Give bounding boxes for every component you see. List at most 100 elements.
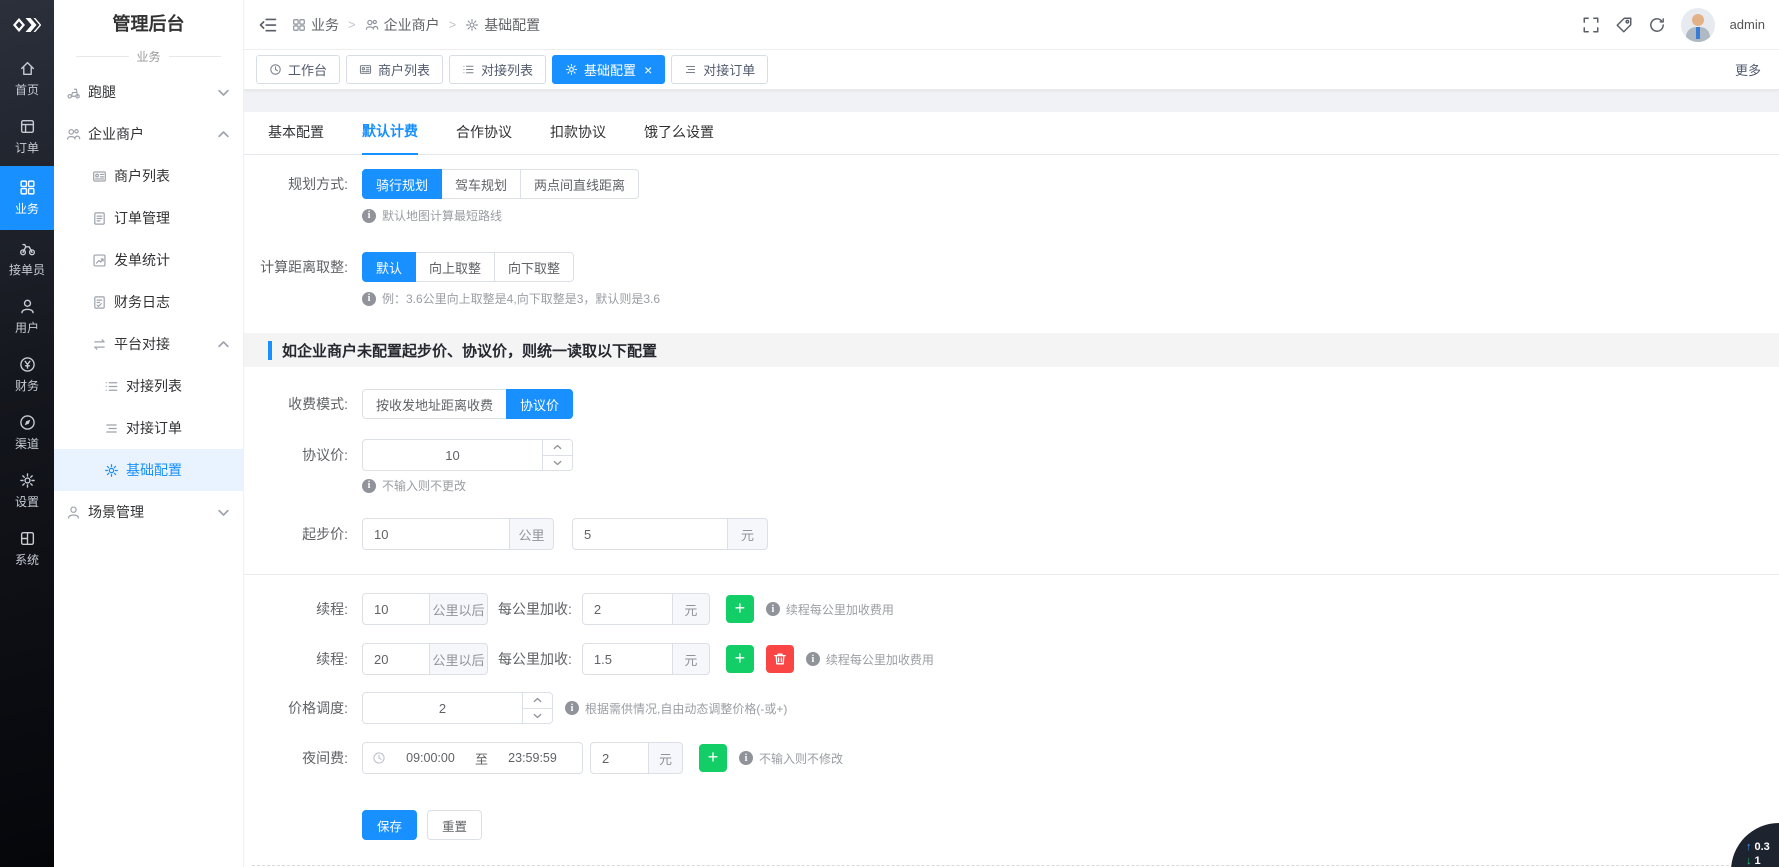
increase-button[interactable] — [543, 440, 572, 455]
breadcrumb-business[interactable]: 业务 — [292, 15, 339, 35]
sidebar-item-dispatch-stats[interactable]: 发单统计 — [54, 239, 243, 281]
tag-merchant-list[interactable]: 商户列表 — [346, 55, 443, 84]
rail-item-orders[interactable]: 订单 — [0, 108, 54, 166]
business-grid-icon — [292, 18, 306, 32]
breadcrumb-separator: > — [449, 17, 457, 32]
info-icon — [362, 479, 376, 493]
gear-icon — [465, 18, 479, 32]
tab-default-billing[interactable]: 默认计费 — [362, 121, 418, 155]
section-header: 如企业商户未配置起步价、协议价，则统一读取以下配置 — [244, 333, 1779, 367]
business-grid-icon — [19, 179, 36, 196]
tag-workbench[interactable]: 工作台 — [256, 55, 340, 84]
sidebar-item-docking-list[interactable]: 对接列表 — [54, 365, 243, 407]
content-card: 基本配置 默认计费 合作协议 扣款协议 饿了么设置 规划方式: 骑行规划 驾车规… — [244, 112, 1779, 867]
option-round-down[interactable]: 向下取整 — [494, 252, 574, 282]
rail-item-channel[interactable]: 渠道 — [0, 404, 54, 462]
rail-item-home[interactable]: 首页 — [0, 50, 54, 108]
yuan-unit-addon: 元 — [728, 518, 768, 550]
sidebar-item-enterprise-merchants[interactable]: 企业商户 — [54, 113, 243, 155]
tag-base-config[interactable]: 基础配置 — [552, 55, 665, 84]
charge-mode-group: 按收发地址距离收费 协议价 — [362, 389, 573, 419]
stats-chart-icon — [92, 253, 107, 268]
sidebar-item-scene-management[interactable]: 场景管理 — [54, 491, 243, 533]
agreement-price-hint: 不输入则不更改 — [362, 477, 1779, 494]
username[interactable]: admin — [1730, 17, 1765, 32]
decrease-button[interactable] — [523, 708, 552, 724]
fullscreen-icon[interactable] — [1582, 16, 1600, 34]
tab-cooperation-agreement[interactable]: 合作协议 — [456, 122, 512, 154]
rail-item-users[interactable]: 用户 — [0, 288, 54, 346]
option-agreement-price[interactable]: 协议价 — [506, 389, 573, 419]
surcharge-fee-input[interactable]: 1.5 — [582, 643, 673, 675]
night-fee-time-range[interactable]: 09:00:00 至 23:59:59 — [362, 742, 583, 774]
refresh-icon[interactable] — [1648, 16, 1666, 34]
divider — [244, 574, 1779, 575]
option-by-address-distance[interactable]: 按收发地址距离收费 — [362, 389, 507, 419]
settings-gear-icon — [19, 472, 36, 489]
trash-icon — [773, 652, 787, 666]
tag-docking-list[interactable]: 对接列表 — [449, 55, 546, 84]
surcharge-fee-group: 2 元 — [582, 593, 710, 625]
breadcrumb-enterprise-merchants[interactable]: 企业商户 — [365, 15, 440, 35]
option-driving-plan[interactable]: 驾车规划 — [441, 169, 521, 199]
sidebar-item-platform-docking[interactable]: 平台对接 — [54, 323, 243, 365]
option-round-up[interactable]: 向上取整 — [415, 252, 495, 282]
yuan-unit-addon: 元 — [673, 643, 710, 675]
theme-tag-icon[interactable] — [1615, 16, 1633, 34]
decrease-button[interactable] — [543, 455, 572, 471]
sidebar-item-finance-log[interactable]: 财务日志 — [54, 281, 243, 323]
delete-surcharge-button[interactable] — [766, 645, 794, 673]
caret-down-icon — [533, 713, 542, 719]
close-icon[interactable] — [644, 63, 652, 77]
rail-item-finance[interactable]: 财务 — [0, 346, 54, 404]
sidebar-item-docking-orders[interactable]: 对接订单 — [54, 407, 243, 449]
sidebar-item-base-config[interactable]: 基础配置 — [54, 449, 243, 491]
number-spinner — [542, 440, 572, 470]
rail-item-courier[interactable]: 接单员 — [0, 230, 54, 288]
end-time-value[interactable]: 23:59:59 — [492, 751, 573, 765]
tag-docking-orders[interactable]: 对接订单 — [671, 55, 768, 84]
base-distance-input[interactable]: 10 — [362, 518, 510, 550]
planning-mode-row: 规划方式: 骑行规划 驾车规划 两点间直线距离 — [244, 169, 1779, 199]
save-button[interactable]: 保存 — [362, 810, 417, 840]
surcharge-fee-input[interactable]: 2 — [582, 593, 673, 625]
info-icon — [565, 701, 579, 715]
lines-icon — [684, 63, 697, 76]
rail-item-settings[interactable]: 设置 — [0, 462, 54, 520]
option-default[interactable]: 默认 — [362, 252, 416, 282]
collapse-sidebar-icon[interactable] — [258, 15, 278, 35]
surcharge-distance-input[interactable]: 10 — [362, 593, 430, 625]
gear-icon — [565, 63, 578, 76]
rounding-group: 默认 向上取整 向下取整 — [362, 252, 574, 282]
tab-deduction-agreement[interactable]: 扣款协议 — [550, 122, 606, 154]
chevron-up-icon — [216, 337, 231, 352]
caret-down-icon — [553, 460, 562, 466]
app-logo[interactable] — [0, 0, 54, 50]
rail-item-system[interactable]: 系统 — [0, 520, 54, 578]
add-surcharge-button[interactable] — [726, 645, 754, 673]
merchants-people-icon — [365, 18, 379, 32]
more-button[interactable]: 更多 — [1735, 60, 1767, 79]
sidebar-item-merchant-list[interactable]: 商户列表 — [54, 155, 243, 197]
price-adjust-input[interactable]: 2 — [362, 692, 553, 724]
channel-compass-icon — [19, 414, 36, 431]
add-night-fee-button[interactable] — [699, 744, 727, 772]
add-surcharge-button[interactable] — [726, 595, 754, 623]
option-riding-plan[interactable]: 骑行规划 — [362, 169, 442, 199]
base-fee-input[interactable]: 5 — [572, 518, 728, 550]
increase-button[interactable] — [523, 693, 552, 708]
option-straight-line-distance[interactable]: 两点间直线距离 — [520, 169, 639, 199]
tab-eleme-settings[interactable]: 饿了么设置 — [644, 122, 714, 154]
surcharge-distance-input[interactable]: 20 — [362, 643, 430, 675]
tab-basic-config[interactable]: 基本配置 — [268, 122, 324, 154]
agreement-price-input[interactable]: 10 — [362, 439, 573, 471]
sidebar-item-order-management[interactable]: 订单管理 — [54, 197, 243, 239]
rail-item-business[interactable]: 业务 — [0, 166, 54, 230]
user-avatar[interactable] — [1681, 8, 1715, 42]
base-fee-group: 5 元 — [572, 518, 768, 550]
night-fee-input[interactable]: 2 — [590, 742, 649, 774]
chevron-up-icon — [216, 127, 231, 142]
sidebar-item-errands[interactable]: 跑腿 — [54, 71, 243, 113]
reset-button[interactable]: 重置 — [427, 810, 482, 840]
start-time-value[interactable]: 09:00:00 — [390, 751, 471, 765]
